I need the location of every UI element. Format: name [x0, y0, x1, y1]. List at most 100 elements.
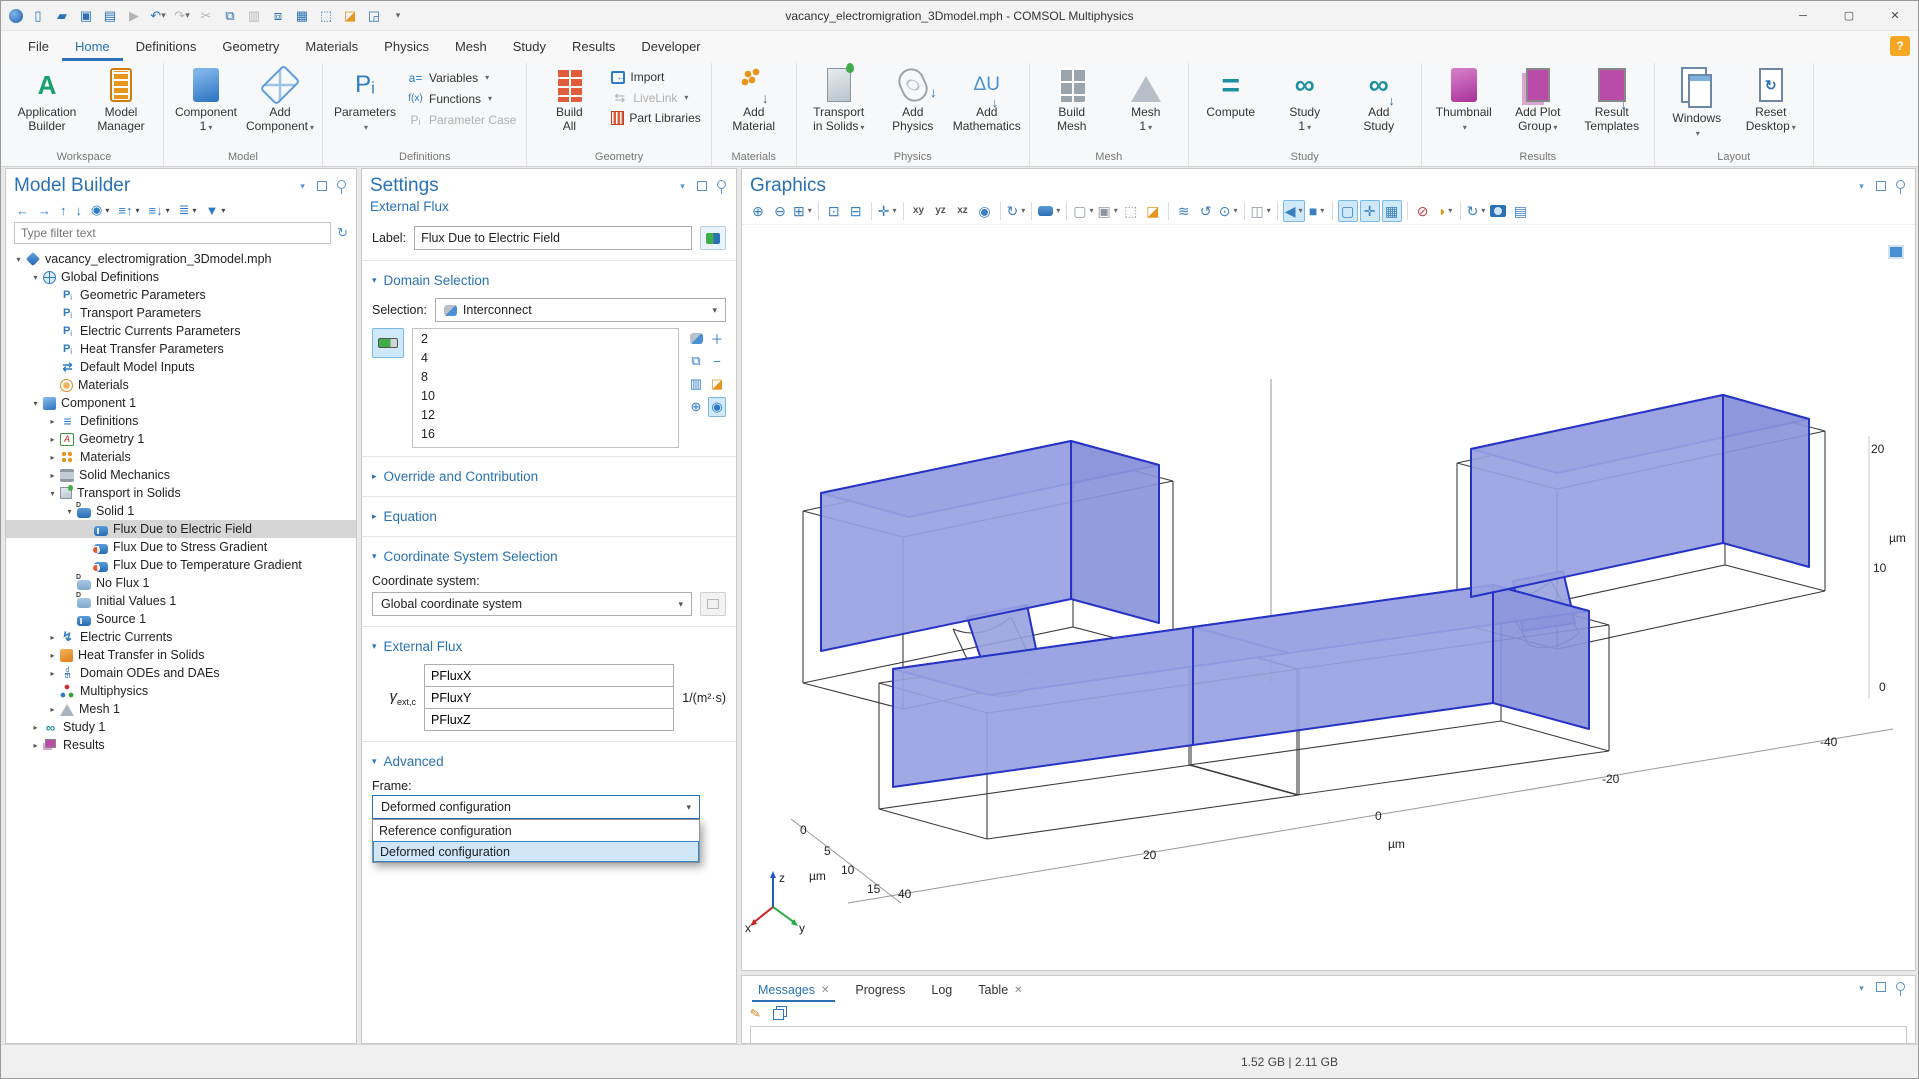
maximize-button[interactable]: ▢	[1826, 1, 1872, 31]
expand-toggle-icon[interactable]: ▾	[46, 489, 59, 498]
zoom-selected-button[interactable]: ⊟	[846, 200, 866, 222]
canvas-info-icon[interactable]	[1888, 245, 1904, 259]
duplicate-icon[interactable]: ⧈	[269, 7, 287, 25]
tree-row[interactable]: Default Model Inputs	[6, 358, 356, 376]
collapse-all-icon[interactable]: ≡↑▾	[118, 203, 139, 218]
clear-selection-icon[interactable]: ◪	[341, 7, 359, 25]
snapshot-button[interactable]	[1488, 200, 1508, 222]
update-plot-button[interactable]: ↻▾	[1466, 200, 1487, 222]
domain-mode-button[interactable]: ▾	[1037, 200, 1061, 222]
ribbon-button-result-templates[interactable]: ResultTemplates	[1576, 65, 1648, 136]
ribbon-button-add-study[interactable]: AddStudy	[1343, 65, 1415, 136]
ribbon-button-part-libraries[interactable]: Part Libraries	[607, 110, 704, 126]
delete-icon[interactable]: ▦	[293, 7, 311, 25]
tree-row[interactable]: ▾Component 1	[6, 394, 356, 412]
tab-developer[interactable]: Developer	[628, 33, 713, 61]
selection-combo[interactable]: Interconnect ▾	[435, 298, 726, 322]
domain-selection-list[interactable]: 248101216	[412, 328, 679, 448]
tree-row[interactable]: Materials	[6, 376, 356, 394]
selection-list-item[interactable]: 4	[413, 350, 678, 369]
tree-row[interactable]: ▸Mesh 1	[6, 700, 356, 718]
tab-physics[interactable]: Physics	[371, 33, 442, 61]
graphics-canvas[interactable]: 20100µm40200-20-40µm051015µmzxy	[743, 231, 1914, 969]
ribbon-button-livelink[interactable]: LiveLink▾	[607, 89, 704, 106]
ribbon-button-functions[interactable]: Functions▾	[403, 90, 520, 107]
expand-toggle-icon[interactable]: ▸	[46, 705, 59, 714]
flux-field-x[interactable]	[424, 664, 674, 687]
tree-row[interactable]: Electric Currents Parameters	[6, 322, 356, 340]
tree-row[interactable]: ▸Materials	[6, 448, 356, 466]
ribbon-button-import[interactable]: Import	[607, 69, 704, 85]
tree-row[interactable]: Flux Due to Stress Gradient	[6, 538, 356, 556]
select-box-button[interactable]: ▢▾	[1072, 200, 1094, 222]
ribbon-button-parameters[interactable]: Parameters▾	[329, 65, 401, 138]
selection-list-item[interactable]: 8	[413, 369, 678, 388]
expand-toggle-icon[interactable]: ▸	[46, 417, 59, 426]
section-domain-selection[interactable]: ▾ Domain Selection	[362, 267, 736, 294]
clear-selection-button[interactable]: ◪	[1143, 200, 1163, 222]
label-input[interactable]	[414, 226, 692, 250]
model-tree-nodes-icon[interactable]: ≣▾	[179, 202, 197, 218]
section-override[interactable]: ▸ Override and Contribution	[362, 463, 736, 490]
tree-row[interactable]: ▾Solid 1	[6, 502, 356, 520]
frame-option[interactable]: Deformed configuration	[373, 841, 699, 862]
expand-toggle-icon[interactable]: ▾	[63, 507, 76, 516]
reset-hiding-button[interactable]: ↺	[1196, 200, 1216, 222]
flux-field-y[interactable]	[424, 686, 674, 709]
pin-panel-icon[interactable]	[715, 180, 728, 193]
clear-messages-icon[interactable]: ✎	[749, 1005, 763, 1023]
copy-icon[interactable]: ⧉	[221, 7, 239, 25]
select-entities-button[interactable]: ⬚	[1121, 200, 1141, 222]
ribbon-button-transport-in-solids[interactable]: Transportin Solids▾	[803, 65, 875, 138]
expand-all-icon[interactable]: ≡↓▾	[148, 203, 169, 218]
selection-list-item[interactable]: 2	[413, 331, 678, 350]
refresh-icon[interactable]: ↻	[337, 225, 348, 241]
customize-toolbar-caret-icon[interactable]: ▾	[389, 7, 407, 25]
no-color-button[interactable]: ⊘	[1413, 200, 1433, 222]
close-icon[interactable]: ✕	[821, 985, 829, 996]
tree-row[interactable]: ▸Results	[6, 736, 356, 754]
deselect-box-button[interactable]: ▣▾	[1097, 200, 1119, 222]
print-button[interactable]: ▤	[1510, 200, 1530, 222]
create-selection-icon[interactable]	[687, 328, 705, 348]
expand-toggle-icon[interactable]: ▸	[46, 435, 59, 444]
go-to-source-button[interactable]	[700, 592, 726, 616]
copy-selection-icon[interactable]: ⧉	[687, 351, 705, 371]
tree-row[interactable]: Multiphysics	[6, 682, 356, 700]
panel-menu-caret-icon[interactable]: ▾	[296, 180, 309, 193]
ribbon-button-thumbnail[interactable]: Thumbnail▾	[1428, 65, 1500, 138]
speaker-button[interactable]: ◀▾	[1283, 200, 1305, 222]
coordinate-system-combo[interactable]: Global coordinate system ▾	[372, 592, 692, 616]
ribbon-button-add-physics[interactable]: AddPhysics	[877, 65, 949, 136]
back-icon[interactable]: ←	[16, 203, 29, 218]
copy-messages-icon[interactable]	[773, 1009, 784, 1020]
tree-row[interactable]: ▸Study 1	[6, 718, 356, 736]
ribbon-button-mesh[interactable]: Mesh1▾	[1110, 65, 1182, 138]
view-yz-button[interactable]: yz	[931, 200, 951, 222]
redo-icon[interactable]: ↷▾	[173, 7, 191, 25]
tab-results[interactable]: Results	[559, 33, 628, 61]
tree-row[interactable]: Geometric Parameters	[6, 286, 356, 304]
save-icon[interactable]: ▣	[77, 7, 95, 25]
hide-entity-button[interactable]: ≋	[1174, 200, 1194, 222]
preview-icon[interactable]: ◲	[365, 7, 383, 25]
frame-toggle-button[interactable]: ▢	[1338, 200, 1358, 222]
float-panel-icon[interactable]	[317, 181, 327, 191]
tree-row[interactable]: ▸Definitions	[6, 412, 356, 430]
ribbon-button-application-builder[interactable]: ApplicationBuilder	[11, 65, 83, 136]
ribbon-button-add-component[interactable]: AddComponent▾	[244, 65, 316, 138]
view-xy-button[interactable]: xy	[909, 200, 929, 222]
open-file-icon[interactable]: ▰	[53, 7, 71, 25]
expand-toggle-icon[interactable]: ▸	[29, 741, 42, 750]
panel-menu-caret-icon[interactable]: ▾	[1855, 180, 1868, 193]
tree-row[interactable]: Source 1	[6, 610, 356, 628]
tree-row[interactable]: Flux Due to Temperature Gradient	[6, 556, 356, 574]
ribbon-button-add-plot-group[interactable]: Add PlotGroup▾	[1502, 65, 1574, 138]
selection-list-item[interactable]: 10	[413, 388, 678, 407]
section-coordinate-system[interactable]: ▾ Coordinate System Selection	[362, 543, 736, 570]
paste-selection-icon[interactable]: ▥	[687, 374, 705, 394]
clear-selection-icon[interactable]: ◪	[708, 374, 726, 394]
forward-icon[interactable]: →	[38, 203, 51, 218]
section-equation[interactable]: ▸ Equation	[362, 503, 736, 530]
pin-panel-icon[interactable]	[335, 180, 348, 193]
